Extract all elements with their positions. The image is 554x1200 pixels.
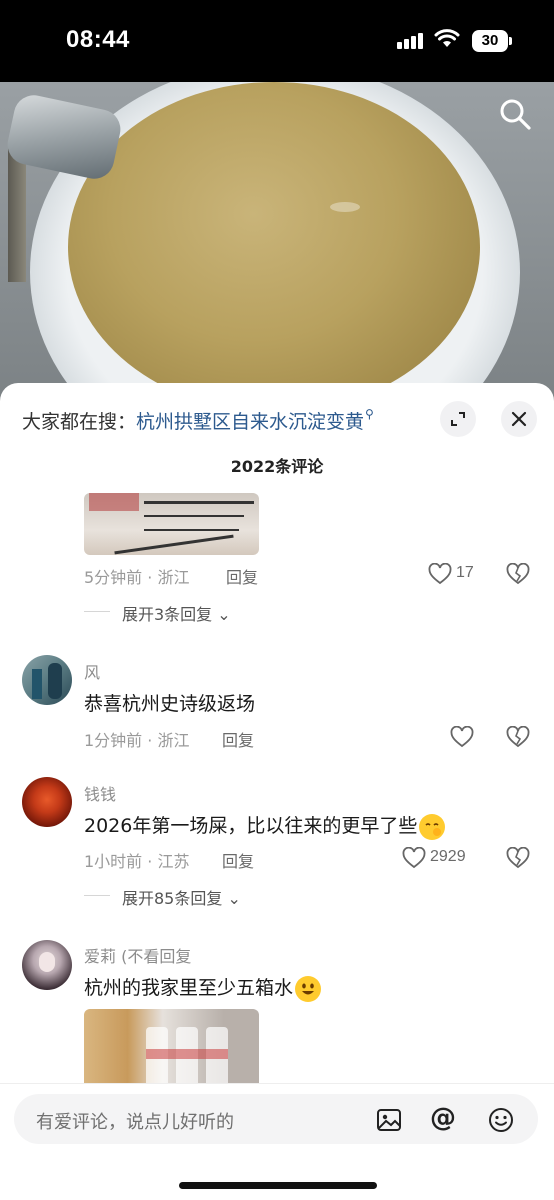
comment-sheet: 大家都在搜：杭州拱墅区自来水沉淀变黄⚲ 2022条评论 5分钟前 · 浙江 回复… [0,383,554,1200]
username[interactable]: 风 [84,659,100,683]
avatar[interactable] [22,777,72,827]
expand-replies-button[interactable]: 展开3条回复 ⌄ [122,601,231,625]
image-icon[interactable] [376,1107,402,1133]
water-reflection [330,202,360,212]
comment-meta: 5分钟前 · 浙江 [84,568,190,587]
fullscreen-button[interactable] [440,401,476,437]
comment-meta: 1小时前 · 江苏 [84,852,190,871]
close-icon [511,411,527,427]
like-icon[interactable] [428,563,452,585]
like-count: 17 [456,564,474,581]
comment-meta: 1分钟前 · 浙江 [84,731,190,750]
video-frame[interactable] [0,82,554,412]
comment-input[interactable]: 有爱评论，说点儿好听的 @ [14,1094,538,1144]
search-small-icon: ⚲ [365,407,374,421]
wifi-icon [434,29,460,47]
emoji-icon[interactable] [488,1107,514,1133]
comment-image[interactable] [84,1009,259,1089]
comment-input-placeholder: 有爱评论，说点儿好听的 [36,1112,234,1133]
expand-replies-label: 展开85条回复 [122,889,223,908]
comment-text-content: 杭州的我家里至少五箱水 [84,977,294,999]
comment-text: 恭喜杭州史诗级返场 [84,693,256,715]
shy-face-emoji-icon [419,813,446,840]
hot-search-term[interactable]: 杭州拱墅区自来水沉淀变黄 [136,411,364,433]
comment-text: 杭州的我家里至少五箱水 [84,973,322,1002]
status-bar: 08:44 30 [0,0,554,82]
cellular-signal-icon [397,33,425,49]
dislike-icon[interactable] [506,847,530,869]
like-icon[interactable] [450,726,474,748]
hot-search-prefix: 大家都在搜： [22,411,137,433]
avatar[interactable] [22,940,72,990]
expand-divider [84,895,110,896]
expand-replies-label: 展开3条回复 [122,605,213,624]
close-button[interactable] [501,401,537,437]
chevron-down-icon: ⌄ [217,605,231,624]
dislike-icon[interactable] [506,563,530,585]
mention-icon[interactable]: @ [430,1104,456,1132]
home-indicator[interactable] [179,1182,377,1189]
username[interactable]: 钱钱 [84,781,116,805]
grinning-face-emoji-icon [295,975,322,1002]
expand-icon [451,412,465,426]
like-count: 2929 [430,848,466,865]
battery-tip [509,37,512,45]
reply-button[interactable]: 回复 [222,848,254,872]
comment-image[interactable] [84,493,259,555]
status-time: 08:44 [66,26,130,53]
hot-search[interactable]: 大家都在搜：杭州拱墅区自来水沉淀变黄⚲ [22,407,374,434]
expand-replies-button[interactable]: 展开85条回复 ⌄ [122,885,241,909]
comment-count: 2022条评论 [230,457,324,476]
yellow-water [68,82,480,412]
dislike-icon[interactable] [506,726,530,748]
comment-text-content: 2026年第一场屎，比以往来的更早了些 [84,815,418,837]
reply-button[interactable]: 回复 [226,564,258,588]
chevron-down-icon: ⌄ [227,889,241,908]
comment-input-bar: 有爱评论，说点儿好听的 @ [0,1083,554,1200]
search-icon[interactable] [498,97,532,131]
battery-icon: 30 [472,30,508,52]
comment-text: 2026年第一场屎，比以往来的更早了些 [84,811,446,840]
username[interactable]: 爱莉 (不看回复 [84,943,191,967]
like-icon[interactable] [402,847,426,869]
avatar[interactable] [22,655,72,705]
expand-divider [84,611,110,612]
reply-button[interactable]: 回复 [222,727,254,751]
